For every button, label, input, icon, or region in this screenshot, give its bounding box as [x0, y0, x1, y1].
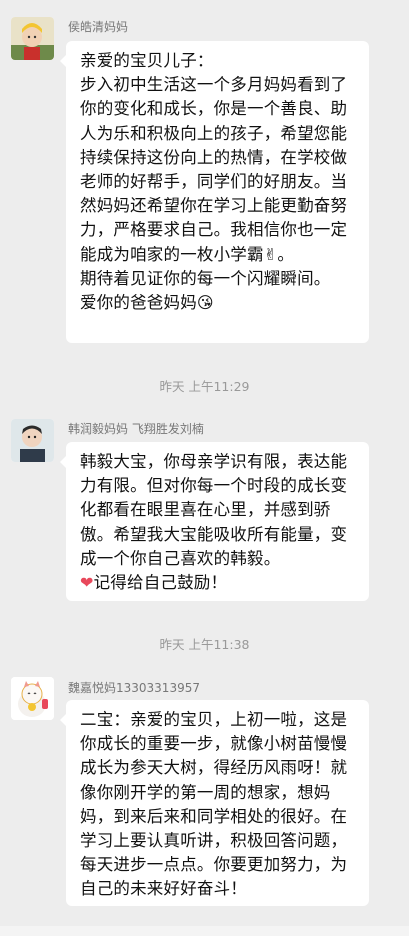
message-text: 二宝：亲爱的宝贝，上初一啦，这是你成长的重要一步，就像小树苗慢慢成长为参天大树，…	[80, 710, 348, 899]
message-bubble[interactable]: 韩毅大宝，你母亲学识有限，表达能力有限。但对你每一个时段的成长变化都看在眼里喜在…	[60, 442, 369, 601]
message-line: 爱你的爸爸妈妈😘	[80, 293, 214, 313]
message-line: 亲爱的宝贝儿子：	[80, 51, 214, 70]
heart-emoji-icon: ❤	[80, 573, 94, 593]
victory-hand-emoji-icon: ✌	[263, 244, 278, 264]
sender-name: 魏嘉悦妈13303313957	[68, 681, 200, 695]
avatar[interactable]	[11, 677, 54, 720]
sender-name: 韩润毅妈妈 飞翔胜发刘楠	[68, 422, 204, 436]
avatar[interactable]	[11, 419, 54, 462]
avatar[interactable]	[11, 17, 54, 60]
timestamp: 昨天 上午11:38	[159, 637, 250, 652]
input-bar-edge	[0, 926, 409, 936]
sender-name: 侯皓清妈妈	[68, 20, 129, 34]
message-line: ❤记得给自己鼓励！	[80, 573, 228, 593]
message-text: 步入初中生活这一个多月妈妈看到了你的变化和成长，你是一个善良、助人为乐和积极向上…	[80, 75, 348, 264]
message-line: 期待着见证你的每一个闪耀瞬间。	[80, 268, 331, 288]
message-text: 韩毅大宝，你母亲学识有限，表达能力有限。但对你每一个时段的成长变化都看在眼里喜在…	[80, 452, 348, 568]
message-bubble[interactable]: 二宝：亲爱的宝贝，上初一啦，这是你成长的重要一步，就像小树苗慢慢成长为参天大树，…	[60, 700, 369, 906]
timestamp: 昨天 上午11:29	[159, 379, 250, 394]
blowing-kiss-emoji-icon: 😘	[196, 293, 214, 313]
message-bubble[interactable]: 亲爱的宝贝儿子： 步入初中生活这一个多月妈妈看到了你的变化和成长，你是一个善良、…	[60, 41, 369, 343]
